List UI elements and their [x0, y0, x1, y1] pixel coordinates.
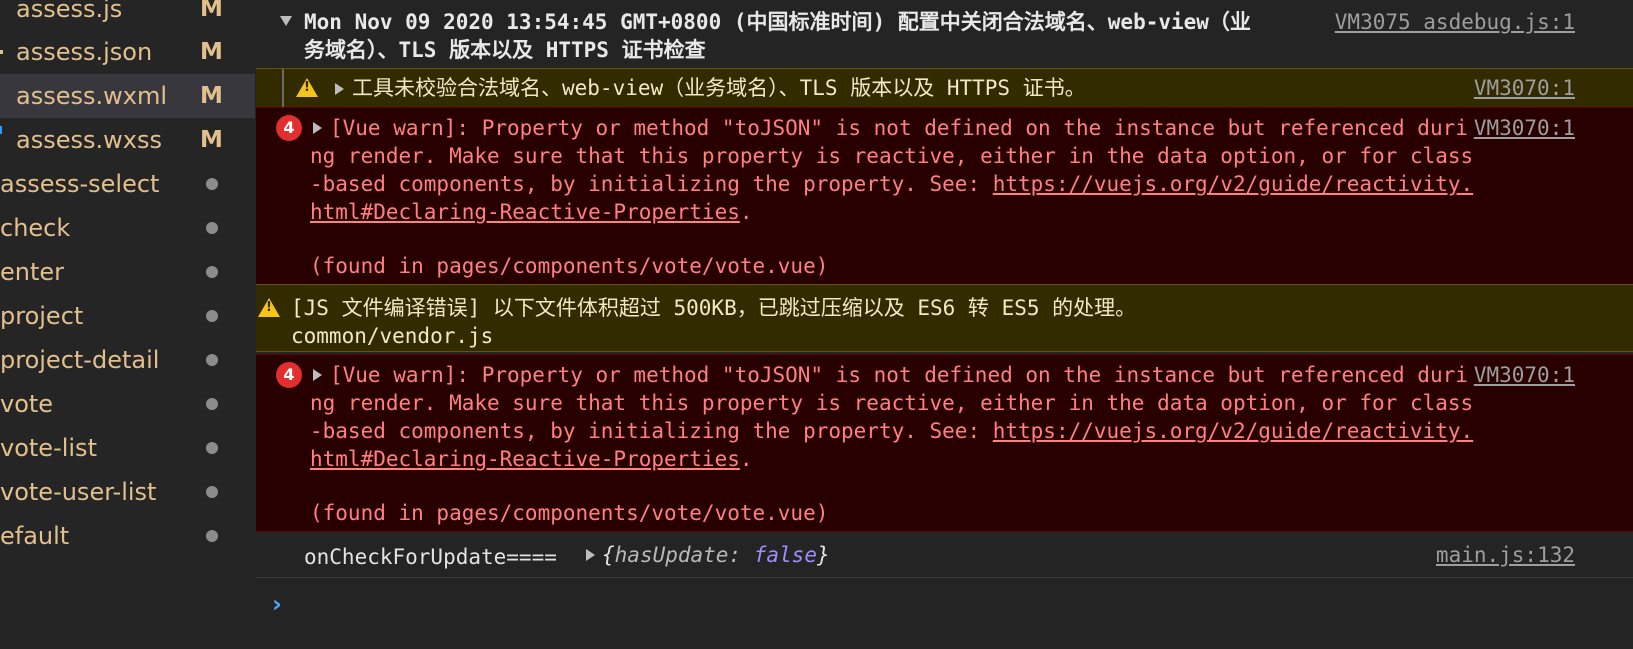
console-source-link[interactable]: VM3070:1	[1474, 361, 1575, 389]
console-message: 工具未校验合法域名、web-view（业务域名）、TLS 版本以及 HTTPS …	[352, 76, 1086, 100]
git-status-badge: M	[200, 127, 223, 153]
git-status-badge: M	[200, 39, 223, 65]
group-indent-line	[282, 69, 284, 107]
console-source-link[interactable]: VM3070:1	[1474, 114, 1575, 142]
folder-name: vote-list	[0, 434, 97, 462]
git-status-badge: M	[200, 83, 223, 109]
modified-dot-icon	[206, 222, 218, 234]
folder-name: efault	[0, 522, 70, 550]
modified-dot-icon	[206, 530, 218, 542]
folder-item-check[interactable]: check	[0, 206, 255, 250]
found-in-text: (found in pages/components/vote/vote.vue…	[310, 501, 829, 525]
folder-item-assess-select[interactable]: assess-select	[0, 162, 255, 206]
folder-name: check	[0, 214, 71, 242]
folder-name: enter	[0, 258, 65, 286]
console-log-row: onCheckForUpdate==== {hasUpdate: false} …	[256, 537, 1633, 578]
console-message-file: common/vendor.js	[291, 324, 494, 348]
folder-item-vote-list[interactable]: vote-list	[0, 426, 255, 470]
file-name: assess.wxml	[16, 82, 167, 110]
obj-open: {	[602, 543, 615, 567]
console-group-header[interactable]: Mon Nov 09 2020 13:54:45 GMT+0800 (中国标准时…	[256, 0, 1633, 68]
log-label: onCheckForUpdate====	[304, 545, 557, 569]
console-error-row: 4 [Vue warn]: Property or method "toJSON…	[256, 107, 1633, 285]
folder-name: project	[0, 302, 84, 330]
console-message: [Vue warn]: Property or method "toJSON" …	[310, 114, 1474, 226]
console-warning-row: [JS 文件编译错误] 以下文件体积超过 500KB，已跳过压缩以及 ES6 转…	[256, 284, 1633, 352]
console-message: Mon Nov 09 2020 13:54:45 GMT+0800 (中国标准时…	[304, 10, 1251, 62]
file-item-assess-wxss[interactable]: assess.wxss M	[0, 118, 255, 162]
folder-item-enter[interactable]: enter	[0, 250, 255, 294]
obj-close: }	[816, 543, 830, 567]
warning-icon	[296, 78, 318, 97]
modified-dot-icon	[206, 398, 218, 410]
folder-name: assess-select	[0, 170, 160, 198]
modified-dot-icon	[206, 442, 218, 454]
log-object[interactable]: {hasUpdate: false}	[602, 541, 830, 569]
folder-item-project[interactable]: project	[0, 294, 255, 338]
modified-dot-icon	[206, 486, 218, 498]
git-modified-indicator	[0, 126, 2, 134]
warning-icon	[258, 298, 280, 317]
folder-item-project-detail[interactable]: project-detail	[0, 338, 255, 382]
error-count-badge: 4	[276, 362, 302, 388]
folder-name: vote	[0, 390, 54, 418]
found-in-text: (found in pages/components/vote/vote.vue…	[310, 254, 829, 278]
file-item-assess-js[interactable]: assess.js M	[0, 0, 255, 31]
console-message: [JS 文件编译错误] 以下文件体积超过 500KB，已跳过压缩以及 ES6 转…	[291, 296, 1137, 320]
file-explorer-sidebar: assess.js M assess.json M assess.wxml M …	[0, 0, 255, 649]
file-name: assess.wxss	[16, 126, 162, 154]
file-item-assess-wxml[interactable]: assess.wxml M	[0, 74, 255, 118]
modified-dot-icon	[206, 354, 218, 366]
console-source-link[interactable]: VM3075 asdebug.js:1	[1335, 8, 1575, 36]
modified-dot-icon	[206, 266, 218, 278]
git-status-badge: M	[200, 0, 223, 22]
console-warning-row: 工具未校验合法域名、web-view（业务域名）、TLS 版本以及 HTTPS …	[256, 68, 1633, 108]
obj-key: hasUpdate:	[614, 543, 742, 567]
obj-value: false	[753, 543, 817, 567]
file-name: assess.js	[16, 0, 123, 23]
file-name: assess.json	[16, 38, 153, 66]
error-text-end: .	[739, 200, 753, 224]
folder-item-vote-user-list[interactable]: vote-user-list	[0, 470, 255, 514]
git-modified-indicator	[0, 50, 3, 54]
collapse-triangle-icon[interactable]	[280, 16, 292, 26]
console-prompt-icon[interactable]: ›	[272, 590, 282, 618]
console-message: [Vue warn]: Property or method "toJSON" …	[310, 361, 1474, 473]
console-error-row: 4 [Vue warn]: Property or method "toJSON…	[256, 354, 1633, 532]
file-item-assess-json[interactable]: assess.json M	[0, 30, 255, 74]
expand-triangle-icon[interactable]	[335, 83, 344, 95]
folder-item-default[interactable]: efault	[0, 514, 255, 558]
console-source-link[interactable]: main.js:132	[1436, 541, 1575, 569]
folder-name: vote-user-list	[0, 478, 157, 506]
expand-triangle-icon[interactable]	[586, 549, 595, 561]
folder-item-vote[interactable]: vote	[0, 382, 255, 426]
devtools-console: Mon Nov 09 2020 13:54:45 GMT+0800 (中国标准时…	[256, 0, 1633, 649]
modified-dot-icon	[206, 178, 218, 190]
error-text-end: .	[739, 447, 753, 471]
modified-dot-icon	[206, 310, 218, 322]
folder-name: project-detail	[0, 346, 160, 374]
console-source-link[interactable]: VM3070:1	[1474, 74, 1575, 102]
error-count-badge: 4	[276, 115, 302, 141]
